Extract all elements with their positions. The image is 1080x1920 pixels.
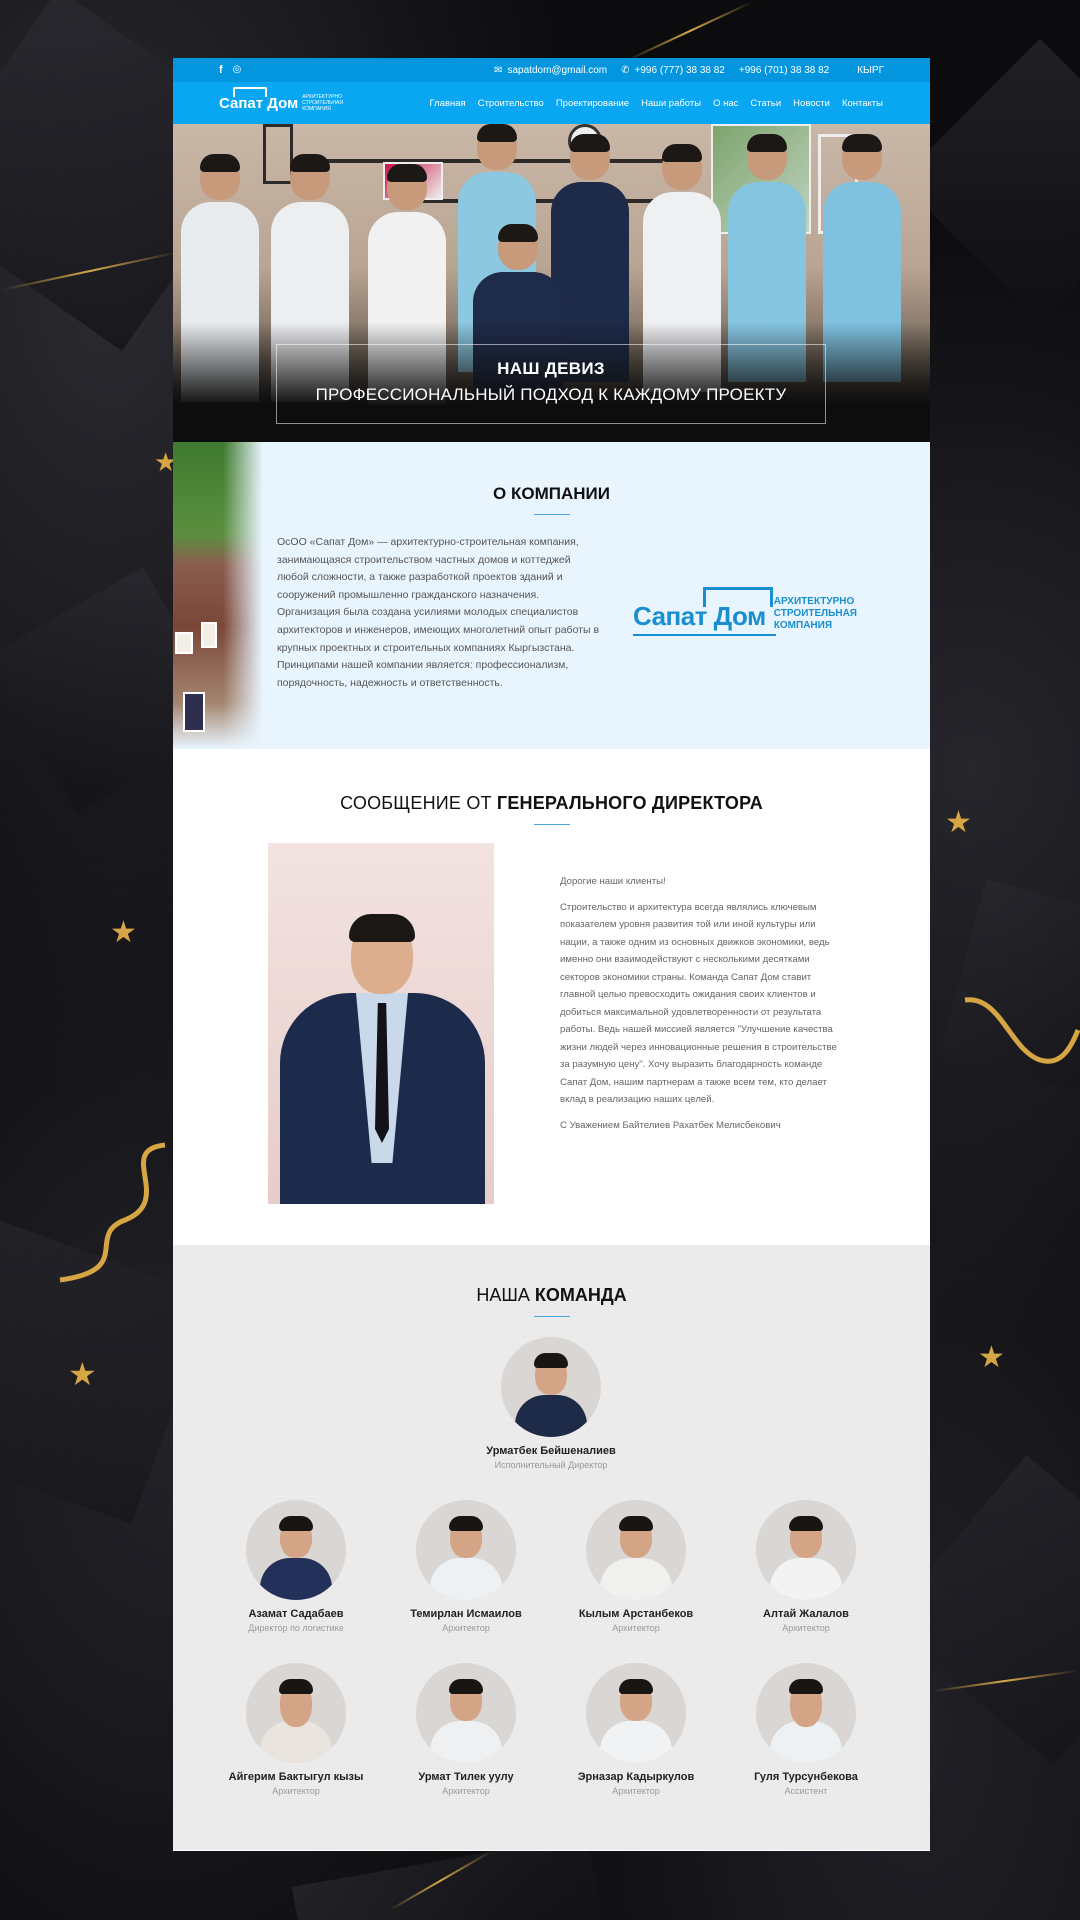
nav-item-contacts[interactable]: Контакты (842, 98, 883, 109)
member-role: Архитектор (782, 1623, 830, 1633)
star-icon: ★ (978, 1340, 1005, 1375)
phone1-text: +996 (777) 38 38 82 (634, 64, 725, 76)
email-link[interactable]: ✉ sapatdom@gmail.com (494, 65, 607, 76)
avatar (246, 1500, 346, 1600)
member-name: Гуля Турсунбекова (754, 1771, 858, 1783)
director-title: СООБЩЕНИЕ ОТ ГЕНЕРАЛЬНОГО ДИРЕКТОРА (173, 793, 930, 825)
instagram-icon[interactable]: ◎ (233, 64, 242, 76)
hero-team-photo: НАШ ДЕВИЗ ПРОФЕССИОНАЛЬНЫЙ ПОДХОД К КАЖД… (173, 124, 930, 442)
phone-icon: ✆ (621, 64, 630, 76)
team-member: Эрназар Кадыркулов Архитектор (556, 1663, 716, 1796)
member-name: Урматбек Бейшеналиев (486, 1445, 616, 1457)
facebook-icon[interactable]: f (219, 64, 223, 76)
site-logo[interactable]: Сапат Дом АРХИТЕКТУРНО СТРОИТЕЛЬНАЯ КОМП… (219, 86, 362, 112)
director-greeting: Дорогие наши клиенты! (560, 876, 666, 887)
ribbon-icon (59, 1142, 166, 1283)
nav-menu: Главная Строительство Проектирование Наш… (430, 98, 883, 109)
nav-item-works[interactable]: Наши работы (641, 98, 701, 109)
motto-box: НАШ ДЕВИЗ ПРОФЕССИОНАЛЬНЫЙ ПОДХОД К КАЖД… (276, 344, 826, 424)
team-member: Кылым Арстанбеков Архитектор (556, 1500, 716, 1633)
company-logo-large: Сапат Дом АРХИТЕКТУРНО СТРОИТЕЛЬНАЯ КОМП… (633, 587, 857, 636)
avatar (416, 1663, 516, 1763)
logo-name: Сапат Дом (219, 94, 299, 112)
mail-icon: ✉ (494, 64, 503, 76)
nav-item-about[interactable]: О нас (713, 98, 738, 109)
nav-item-design[interactable]: Проектирование (556, 98, 629, 109)
member-name: Алтай Жалалов (763, 1608, 849, 1620)
member-name: Айгерим Бактыгул кызы (228, 1771, 364, 1783)
nav-item-construction[interactable]: Строительство (478, 98, 544, 109)
team-title: НАША КОМАНДА (173, 1285, 930, 1317)
member-name: Темирлан Исмаилов (410, 1608, 522, 1620)
motto-title: НАШ ДЕВИЗ (497, 359, 605, 378)
team-member: Темирлан Исмаилов Архитектор (386, 1500, 546, 1633)
main-navbar: Сапат Дом АРХИТЕКТУРНО СТРОИТЕЛЬНАЯ КОМП… (173, 82, 930, 124)
member-role: Архитектор (272, 1786, 320, 1796)
motto-subtitle: ПРОФЕССИОНАЛЬНЫЙ ПОДХОД К КАЖДОМУ ПРОЕКТ… (315, 385, 787, 404)
phone2-text: +996 (701) 38 38 82 (738, 64, 830, 76)
nav-item-home[interactable]: Главная (430, 98, 466, 109)
avatar (586, 1663, 686, 1763)
director-photo (268, 843, 494, 1204)
director-text: Строительство и архитектура всегда являл… (560, 901, 837, 1106)
member-role: Архитектор (442, 1786, 490, 1796)
avatar (246, 1663, 346, 1763)
member-name: Эрназар Кадыркулов (577, 1771, 695, 1783)
team-section: НАША КОМАНДА Урматбек Бейшеналиев Исполн… (173, 1245, 930, 1851)
about-text: ОсОО «Сапат Дом» — архитектурно-строител… (277, 536, 600, 689)
ribbon-icon (964, 997, 1080, 1064)
team-member: Гуля Турсунбекова Ассистент (726, 1663, 886, 1796)
avatar (501, 1337, 601, 1437)
member-role: Архитектор (612, 1786, 660, 1796)
team-member-lead: Урматбек Бейшеналиев Исполнительный Дире… (471, 1337, 631, 1470)
about-section: О КОМПАНИИ ОсОО «Сапат Дом» — архитектур… (173, 442, 930, 749)
member-name: Кылым Арстанбеков (578, 1608, 694, 1620)
star-icon: ★ (68, 1355, 97, 1393)
member-role: Архитектор (442, 1623, 490, 1633)
avatar (756, 1500, 856, 1600)
member-role: Директор по логистике (248, 1623, 344, 1633)
social-links: f ◎ (219, 64, 241, 76)
team-member: Урмат Тилек уулу Архитектор (386, 1663, 546, 1796)
member-role: Исполнительный Директор (494, 1460, 608, 1470)
nav-item-articles[interactable]: Статьи (750, 98, 781, 109)
top-bar: f ◎ ✉ sapatdom@gmail.com ✆ +996 (777) 38… (173, 58, 930, 82)
member-name: Азамат Садабаев (248, 1608, 344, 1620)
language-label: КЫРГ (857, 64, 884, 76)
avatar (586, 1500, 686, 1600)
director-message: Дорогие наши клиенты! Строительство и ар… (560, 873, 840, 1142)
avatar (756, 1663, 856, 1763)
phone2-link[interactable]: +996 (701) 38 38 82 (739, 65, 829, 76)
email-text: sapatdom@gmail.com (507, 64, 608, 76)
website-page: f ◎ ✉ sapatdom@gmail.com ✆ +996 (777) 38… (173, 58, 930, 1851)
logo-subtitle: АРХИТЕКТУРНО СТРОИТЕЛЬНАЯ КОМПАНИЯ (302, 94, 343, 112)
team-member: Айгерим Бактыгул кызы Архитектор (216, 1663, 376, 1796)
member-role: Архитектор (612, 1623, 660, 1633)
large-logo-subtitle: АРХИТЕКТУРНО СТРОИТЕЛЬНАЯ КОМПАНИЯ (773, 596, 857, 631)
director-signature: С Уважением Байтелиев Рахатбек Мелисбеко… (560, 1119, 781, 1131)
language-switch[interactable]: КЫРГ (857, 65, 884, 76)
star-icon: ★ (945, 805, 972, 840)
member-name: Урмат Тилек уулу (418, 1771, 514, 1783)
team-member: Азамат Садабаев Директор по логистике (216, 1500, 376, 1633)
nav-item-news[interactable]: Новости (793, 98, 830, 109)
member-role: Ассистент (784, 1786, 828, 1796)
star-icon: ★ (110, 915, 137, 950)
phone-link[interactable]: ✆ +996 (777) 38 38 82 (621, 65, 725, 76)
director-message-section: СООБЩЕНИЕ ОТ ГЕНЕРАЛЬНОГО ДИРЕКТОРА Доро… (173, 749, 930, 1245)
team-member: Алтай Жалалов Архитектор (726, 1500, 886, 1633)
about-title: О КОМПАНИИ (173, 484, 930, 515)
avatar (416, 1500, 516, 1600)
